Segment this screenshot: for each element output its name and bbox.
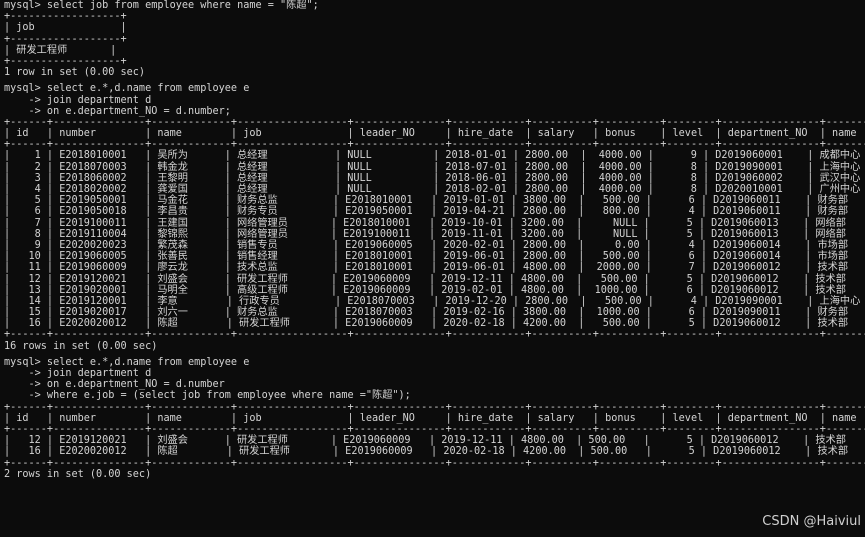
sql-query-line: -> on e.department_NO = d.number (4, 379, 225, 391)
table-row: | 8 | E2019110004 | 黎锦熙 | 网络管理员 | E20191… (4, 228, 865, 240)
table-row: | 16 | E2020020012 | 陈超 | 研发工程师 | E20190… (4, 446, 865, 458)
table-row: | 5 | E2019050001 | 马金花 | 财务总监 | E201801… (4, 195, 865, 207)
table-border: +------+---------------+-------------+--… (4, 116, 865, 128)
table-row: | 7 | E2019100011 | 王建国 | 网络管理员 | E20180… (4, 217, 865, 229)
table-row: | 4 | E2018020002 | 龚爱国 | 总经理 | NULL | 2… (4, 184, 865, 195)
table-border: +------+---------------+-------------+--… (4, 139, 865, 151)
table-row: | 10 | E2019060005 | 张善民 | 销售经理 | E20180… (4, 251, 865, 263)
terminal-window[interactable]: mysql> select job from employee where na… (0, 0, 865, 537)
sql-query-line: mysql> select job from employee where na… (4, 0, 319, 11)
table-border: +------+---------------+-------------+--… (4, 329, 865, 341)
result-footer: 2 rows in set (0.00 sec) (4, 468, 152, 480)
sql-query-line: -> where e.job = (select job from employ… (4, 390, 411, 402)
table-row: | 研发工程师 | (4, 44, 117, 56)
table-border: +------------------+ (4, 33, 127, 45)
table-header-row: | id | number | name | job | leader_NO |… (4, 128, 865, 140)
result-footer: 16 rows in set (0.00 sec) (4, 340, 158, 352)
table-border: +------------------+ (4, 11, 127, 23)
table-header-row: | id | number | name | job | leader_NO |… (4, 412, 865, 424)
table-row: | 16 | E2020020012 | 陈超 | 研发工程师 | E20190… (4, 318, 865, 330)
sql-query-line: -> on e.department_NO = d.number; (4, 105, 231, 117)
table-row: | 3 | E2018060002 | 王黎明 | 总经理 | NULL | 2… (4, 172, 865, 184)
table-row: | 1 | E2018010001 | 吴所为 | 总经理 | NULL | 2… (4, 150, 865, 162)
table-row: | 12 | E2019120021 | 刘盛会 | 研发工程师 | E2019… (4, 435, 865, 447)
table-row: | 13 | E2019020001 | 马明全 | 高级工程师 | E2019… (4, 284, 865, 296)
table-header-row: | job | (4, 22, 127, 34)
table-row: | 14 | E2019120001 | 李意 | 行政专员 | E201807… (4, 295, 865, 307)
table-border: +------+---------------+-------------+--… (4, 457, 865, 469)
table-row: | 2 | E2018070003 | 韩金龙 | 总经理 | NULL | 2… (4, 161, 865, 173)
table-row: | 6 | E2019050018 | 李昌贵 | 财务专员 | E201905… (4, 206, 865, 218)
sql-query-line: -> join department d (4, 368, 152, 379)
table-border: +------+---------------+-------------+--… (4, 401, 865, 413)
table-row: | 9 | E2020020023 | 繁茂森 | 销售专员 | E201906… (4, 239, 865, 251)
csdn-watermark: CSDN @Haiviul (762, 514, 861, 529)
table-row: | 11 | E2019060009 | 廖云龙 | 技术总监 | E20180… (4, 262, 865, 274)
sql-query-line: -> join department d (4, 94, 152, 106)
sql-query-line: mysql> select e.*,d.name from employee e (4, 356, 250, 368)
sql-query-line: mysql> select e.*,d.name from employee e (4, 83, 250, 95)
table-row: | 12 | E2019120021 | 刘盛会 | 研发工程师 | E2019… (4, 273, 865, 285)
result-footer: 1 row in set (0.00 sec) (4, 67, 146, 79)
table-border: +------------------+ (4, 55, 127, 67)
table-row: | 15 | E2019020017 | 刘六一 | 财务总监 | E20180… (4, 307, 865, 319)
table-border: +------+---------------+-------------+--… (4, 423, 865, 435)
